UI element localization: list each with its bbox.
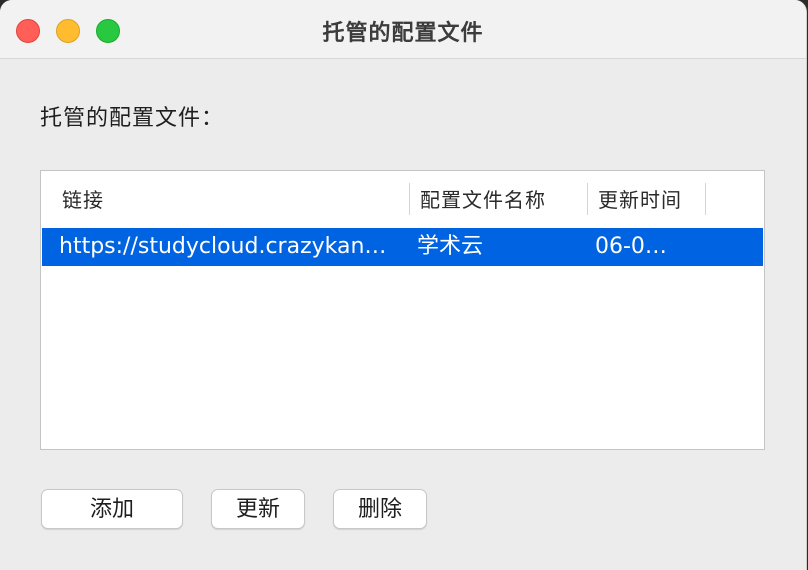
table-row[interactable]: https://studycloud.crazykan… 学术云 06-0… — [42, 228, 763, 266]
profiles-window: 托管的配置文件 托管的配置文件： 链接 配置文件名称 更新时间 https://… — [0, 0, 807, 570]
window-title: 托管的配置文件 — [322, 21, 484, 46]
column-divider[interactable] — [409, 183, 410, 215]
column-divider[interactable] — [705, 183, 706, 215]
delete-button[interactable]: 删除 — [333, 489, 427, 529]
add-button[interactable]: 添加 — [41, 489, 183, 529]
title-bar: 托管的配置文件 — [0, 0, 806, 59]
column-header-link[interactable]: 链接 — [62, 184, 104, 216]
column-header-updated[interactable]: 更新时间 — [598, 184, 682, 216]
update-button[interactable]: 更新 — [211, 489, 305, 529]
section-label: 托管的配置文件： — [40, 106, 225, 131]
column-header-name[interactable]: 配置文件名称 — [420, 184, 546, 216]
cell-updated-time: 06-0… — [595, 234, 667, 259]
profiles-table[interactable]: 链接 配置文件名称 更新时间 https://studycloud.crazyk… — [40, 170, 765, 450]
column-divider[interactable] — [587, 183, 588, 215]
cell-link: https://studycloud.crazykan… — [59, 234, 387, 259]
table-header: 链接 配置文件名称 更新时间 — [41, 171, 764, 227]
cell-profile-name: 学术云 — [417, 234, 484, 259]
